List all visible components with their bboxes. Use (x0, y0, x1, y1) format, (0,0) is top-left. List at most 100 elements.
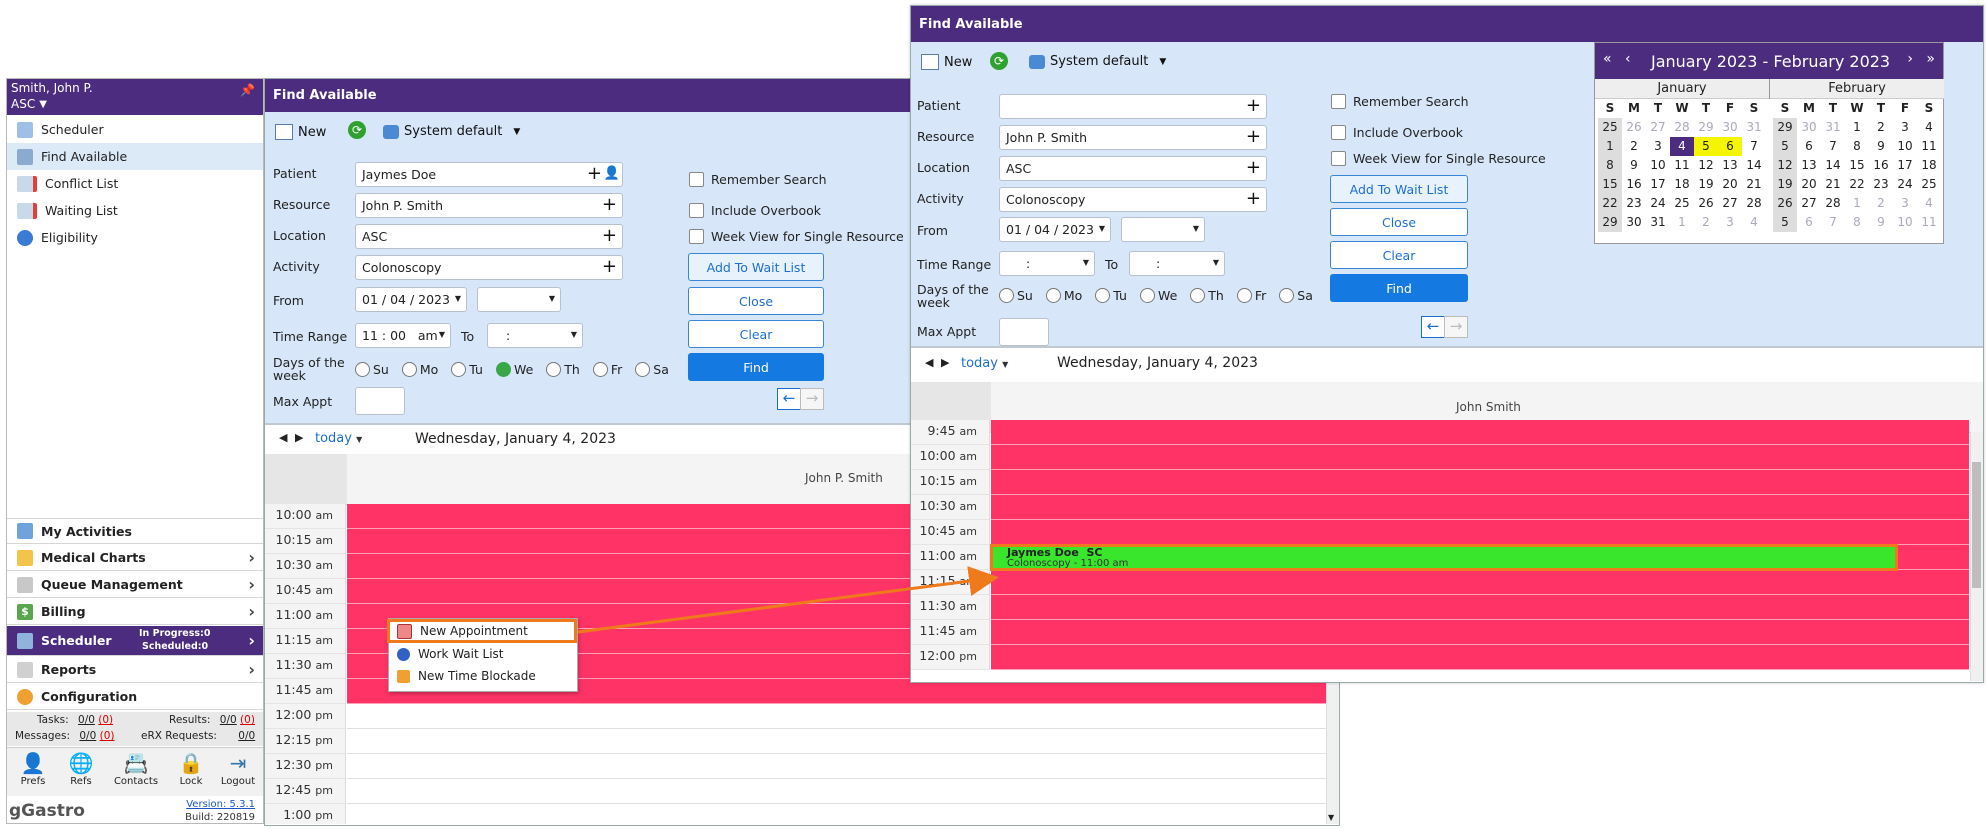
calendar-day[interactable]: 28 (1670, 118, 1694, 137)
module-configuration[interactable]: Configuration (7, 684, 263, 710)
contacts-button[interactable]: 📇 Contacts (107, 750, 165, 787)
add-resource-icon[interactable]: + (1246, 127, 1261, 147)
refs-button[interactable]: 🌐 Refs (59, 750, 103, 787)
time-slot-row[interactable]: 9:45 am (911, 420, 1983, 445)
time-slot-row[interactable]: 12:00 pm (911, 645, 1983, 670)
appointment-block[interactable]: Jaymes Doe SC Colonoscopy - 11:00 am (990, 544, 1898, 571)
time-range-to[interactable]: : ▼ (1129, 251, 1225, 276)
close-button[interactable]: Close (1330, 208, 1468, 236)
calendar-day[interactable]: 18 (1670, 175, 1694, 194)
calendar-day[interactable]: 20 (1797, 175, 1821, 194)
calendar-day[interactable]: 14 (1742, 156, 1766, 175)
refresh-icon[interactable]: ⟳ (348, 121, 366, 139)
back-arrow-icon[interactable]: ← (777, 388, 801, 410)
calendar-day[interactable]: 13 (1797, 156, 1821, 175)
time-slot-row[interactable]: 10:15 am (911, 470, 1983, 495)
calendar-day[interactable]: 31 (1742, 118, 1766, 137)
menu-work-wait-list[interactable]: Work Wait List (389, 644, 575, 664)
calendar-day[interactable]: 1 (1845, 118, 1869, 137)
time-slot-row[interactable]: 11:45 am (911, 620, 1983, 645)
calendar-day[interactable]: 23 (1869, 175, 1893, 194)
calendar-day[interactable]: 24 (1646, 194, 1670, 213)
module-my-activities[interactable]: My Activities (7, 518, 263, 544)
day-mo[interactable]: Mo (401, 362, 438, 377)
calendar-day[interactable]: 2 (1869, 194, 1893, 213)
busy-slot[interactable] (991, 620, 1969, 645)
calendar-day[interactable]: 1 (1845, 194, 1869, 213)
week-view-checkbox[interactable]: Week View for Single Resource (689, 229, 904, 244)
module-billing[interactable]: $ Billing › (7, 599, 263, 625)
time-slot-row[interactable]: 12:15 pm (265, 729, 1339, 754)
calendar-day[interactable]: 29 (1694, 118, 1718, 137)
scroll-down-icon[interactable]: ▼ (1328, 813, 1334, 822)
prefs-button[interactable]: 👤 Prefs (11, 750, 55, 787)
find-button[interactable]: Find (1330, 274, 1468, 302)
max-appt-field[interactable] (999, 318, 1049, 346)
forward-arrow-icon[interactable]: → (1444, 316, 1468, 338)
calendar-day[interactable]: 27 (1797, 194, 1821, 213)
calendar-day[interactable]: 3 (1893, 118, 1917, 137)
new-button[interactable]: New (921, 54, 972, 70)
time-slot-row[interactable]: 12:45 pm (265, 779, 1339, 804)
module-reports[interactable]: Reports › (7, 657, 263, 683)
calendar-day[interactable]: 9 (1622, 156, 1646, 175)
time-range-from[interactable]: : ▼ (999, 251, 1095, 276)
calendar-day[interactable]: 13 (1718, 156, 1742, 175)
calendar-day[interactable]: 11 (1670, 156, 1694, 175)
clear-button[interactable]: Clear (688, 320, 824, 348)
calendar-day[interactable]: 10 (1893, 137, 1917, 156)
patient-search-icon[interactable]: 👤 (604, 166, 620, 181)
menu-new-appointment[interactable]: New Appointment (387, 619, 577, 643)
week-view-checkbox[interactable]: Week View for Single Resource (1331, 151, 1546, 166)
calendar-day[interactable]: 19 (1694, 175, 1718, 194)
calendar-day[interactable]: 28 (1742, 194, 1766, 213)
day-we[interactable]: We (495, 362, 533, 377)
add-activity-icon[interactable]: + (602, 257, 617, 277)
day-tu[interactable]: Tu (451, 362, 483, 377)
prev-day-icon[interactable]: ◀ (925, 356, 933, 369)
nav-waiting-list[interactable]: Waiting List (7, 197, 263, 224)
include-overbook-checkbox[interactable]: Include Overbook (689, 203, 821, 218)
calendar-day[interactable]: 7 (1742, 137, 1766, 156)
add-patient-icon[interactable]: + (587, 164, 602, 184)
activity-field[interactable]: Colonoscopy + (999, 187, 1267, 212)
logout-button[interactable]: ⇥ Logout (215, 750, 261, 787)
lock-button[interactable]: 🔒 Lock (169, 750, 213, 787)
calendar-day[interactable]: 4 (1917, 118, 1941, 137)
facility-selector[interactable]: ASC ▼ (11, 97, 47, 111)
calendar-day[interactable]: 28 (1821, 194, 1845, 213)
prev-month-icon[interactable]: ‹ (1625, 51, 1631, 67)
time-slot-row[interactable]: 12:30 pm (265, 754, 1339, 779)
calendar-day[interactable]: 5 (1694, 137, 1718, 156)
system-default-dropdown[interactable]: System default ▼ (383, 124, 520, 139)
clear-button[interactable]: Clear (1330, 241, 1468, 269)
open-slot[interactable] (347, 804, 1327, 824)
calendar-day[interactable]: 3 (1718, 213, 1742, 232)
nav-find-available[interactable]: Find Available (7, 143, 263, 170)
calendar-day[interactable]: 30 (1797, 118, 1821, 137)
user-header[interactable]: Smith, John P. ASC ▼ 📌 (7, 79, 263, 115)
patient-field[interactable]: + (999, 94, 1267, 119)
time-slot-row[interactable]: 11:15 am (911, 570, 1983, 595)
calendar-day[interactable]: 26 (1694, 194, 1718, 213)
today-button[interactable]: today ▼ (315, 431, 362, 446)
calendar-day[interactable]: 8 (1845, 137, 1869, 156)
from-date-picker[interactable]: 01 / 04 / 2023 ▼ (999, 217, 1111, 242)
next-year-icon[interactable]: » (1926, 51, 1935, 67)
busy-slot[interactable] (991, 520, 1969, 545)
from-time-select[interactable]: ▼ (1121, 217, 1205, 242)
next-day-icon[interactable]: ▶ (941, 356, 949, 369)
calendar-day[interactable]: 21 (1742, 175, 1766, 194)
forward-arrow-icon[interactable]: → (800, 388, 824, 410)
remember-search-checkbox[interactable]: Remember Search (1331, 94, 1469, 109)
open-slot[interactable] (347, 729, 1327, 754)
day-sa[interactable]: Sa (1279, 288, 1313, 303)
calendar-day[interactable]: 6 (1797, 213, 1821, 232)
module-scheduler[interactable]: Scheduler In Progress:0 Scheduled:0 › (7, 626, 263, 656)
calendar-day[interactable]: 18 (1917, 156, 1941, 175)
calendar-day[interactable]: 16 (1869, 156, 1893, 175)
calendar-day[interactable]: 3 (1646, 137, 1670, 156)
calendar-day[interactable]: 17 (1893, 156, 1917, 175)
day-tu[interactable]: Tu (1095, 288, 1127, 303)
module-queue-management[interactable]: Queue Management › (7, 572, 263, 598)
